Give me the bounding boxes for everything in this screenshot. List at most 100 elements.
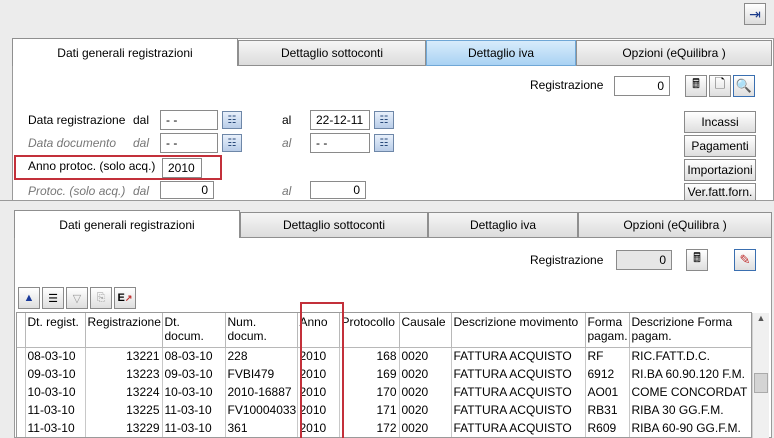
anno-protoc-field[interactable]: 2010 — [162, 158, 202, 178]
tab-dettaglio-sottoconti-bottom[interactable]: Dettaglio sottoconti — [240, 212, 428, 238]
tab-label: Opzioni (eQuilibra ) — [622, 46, 726, 60]
al-label: al — [282, 184, 292, 198]
registrazione-label: Registrazione — [530, 78, 604, 92]
anno-column-highlight — [300, 302, 344, 438]
copy-icon[interactable]: ⎘ — [90, 287, 112, 309]
calendar-icon[interactable]: ☷ — [374, 111, 394, 129]
importazioni-button[interactable]: Importazioni — [684, 159, 756, 181]
al-label: al — [282, 113, 292, 127]
new-document-icon[interactable]: 🗋 — [709, 75, 731, 97]
cell: 0020 — [399, 401, 452, 419]
tab-label: Dettaglio sottoconti — [282, 218, 386, 232]
protoc-al-field[interactable]: 0 — [310, 181, 366, 199]
cell: 171 — [339, 401, 400, 419]
row-indicator — [17, 383, 26, 401]
verifica-fatture-fornitori-button[interactable]: Ver.fatt.forn. — [684, 183, 756, 201]
tab-opzioni-bottom[interactable]: Opzioni (eQuilibra ) — [578, 212, 772, 238]
table-row[interactable]: 10-03-10 13224 10-03-10 2010-16887 2010 … — [17, 383, 751, 401]
eraser-icon[interactable]: ✎ — [734, 249, 756, 271]
incassi-button[interactable]: Incassi — [684, 111, 756, 133]
protoc-label: Protoc. (solo acq.) — [28, 184, 126, 198]
cell: 169 — [339, 365, 400, 383]
registrazione-field[interactable]: 0 — [614, 76, 670, 96]
data-registrazione-label: Data registrazione — [28, 113, 126, 127]
column-header[interactable]: Num. docum. — [225, 313, 298, 348]
column-header[interactable]: Registrazione — [85, 313, 163, 348]
pagamenti-button[interactable]: Pagamenti — [684, 135, 756, 157]
protoc-dal-field[interactable]: 0 — [160, 181, 214, 199]
cell: 13224 — [85, 383, 163, 401]
calendar-icon[interactable]: ☷ — [222, 134, 242, 152]
cell: RIBA 30 GG.F.M. — [629, 401, 751, 419]
cell: 11-03-10 — [162, 401, 226, 419]
row-indicator — [17, 365, 26, 383]
registrazione-field: 0 — [616, 250, 672, 270]
edit-list-icon[interactable]: ☰ — [42, 287, 64, 309]
column-header[interactable]: Dt. regist. — [25, 313, 86, 348]
data-documento-dal-field[interactable]: - - — [160, 133, 218, 153]
vertical-scrollbar[interactable]: ▲ — [752, 313, 769, 438]
tab-label: Dettaglio iva — [467, 46, 535, 60]
column-header[interactable]: Forma pagam. — [585, 313, 630, 348]
move-up-icon[interactable]: ▲ — [18, 287, 40, 309]
search-document-icon[interactable]: 🔍 — [733, 75, 755, 97]
cell: 09-03-10 — [162, 365, 226, 383]
tab-label: Dati generali registrazioni — [59, 217, 195, 232]
cell: FATTURA ACQUISTO — [451, 347, 586, 365]
column-header[interactable]: Dt. docum. — [162, 313, 226, 348]
tab-label: Dettaglio sottoconti — [280, 46, 384, 60]
cell: RB31 — [585, 401, 630, 419]
tab-opzioni-top[interactable]: Opzioni (eQuilibra ) — [576, 40, 772, 66]
column-header[interactable]: Protocollo — [339, 313, 400, 348]
tab-label: Dati generali registrazioni — [57, 45, 193, 60]
cell: 170 — [339, 383, 400, 401]
movements-table: Dt. regist. Registrazione Dt. docum. Num… — [17, 313, 751, 437]
cell: 172 — [339, 419, 400, 437]
cell: RF — [585, 347, 630, 365]
tab-dati-generali-bottom[interactable]: Dati generali registrazioni — [14, 210, 240, 238]
row-indicator — [17, 419, 26, 437]
calendar-icon[interactable]: ☷ — [374, 134, 394, 152]
cell: RI.BA 60.90.120 F.M. — [629, 365, 751, 383]
registrazione-label: Registrazione — [530, 253, 604, 267]
cell: R609 — [585, 419, 630, 437]
calculator-icon[interactable]: 🖩 — [686, 249, 708, 271]
tab-dati-generali-top[interactable]: Dati generali registrazioni — [12, 38, 238, 66]
cell: 10-03-10 — [25, 383, 86, 401]
scroll-up-icon[interactable]: ▲ — [753, 313, 769, 329]
cell: 13229 — [85, 419, 163, 437]
exit-door-icon[interactable]: ⇥ — [744, 3, 766, 25]
column-header[interactable]: Descrizione Forma pagam. — [629, 313, 751, 348]
table-row[interactable]: 11-03-10 13225 11-03-10 FV10004033 2010 … — [17, 401, 751, 419]
cell: FATTURA ACQUISTO — [451, 365, 586, 383]
export-excel-icon[interactable]: E ↗ — [114, 287, 136, 309]
data-registrazione-dal-field[interactable]: - - — [160, 110, 218, 130]
tab-label: Dettaglio iva — [469, 218, 537, 232]
table-row[interactable]: 11-03-10 13229 11-03-10 361 2010 172 002… — [17, 419, 751, 437]
cell: FATTURA ACQUISTO — [451, 419, 586, 437]
calendar-icon[interactable]: ☷ — [222, 111, 242, 129]
data-documento-al-field[interactable]: - - — [310, 133, 370, 153]
cell: 168 — [339, 347, 400, 365]
cell: 13225 — [85, 401, 163, 419]
tab-dettaglio-iva-top[interactable]: Dettaglio iva — [426, 40, 576, 66]
data-registrazione-al-field[interactable]: 22-12-11 — [310, 110, 370, 130]
cell: 0020 — [399, 383, 452, 401]
calculator-icon[interactable]: 🖩 — [685, 75, 707, 97]
cell: RIBA 60-90 GG.F.M. — [629, 419, 751, 437]
cell: 0020 — [399, 347, 452, 365]
scrollbar-thumb[interactable] — [754, 373, 768, 393]
table-row[interactable]: 09-03-10 13223 09-03-10 FVBI479 2010 169… — [17, 365, 751, 383]
cell: 2010-16887 — [225, 383, 298, 401]
tab-dettaglio-iva-bottom[interactable]: Dettaglio iva — [428, 212, 578, 238]
cell: 11-03-10 — [162, 419, 226, 437]
tab-dettaglio-sottoconti-top[interactable]: Dettaglio sottoconti — [238, 40, 426, 66]
filter-icon[interactable]: ▽ — [66, 287, 88, 309]
cell: COME CONCORDAT — [629, 383, 751, 401]
cell: FATTURA ACQUISTO — [451, 401, 586, 419]
table-row[interactable]: 08-03-10 13221 08-03-10 228 2010 168 002… — [17, 347, 751, 365]
column-header[interactable]: Causale — [399, 313, 452, 348]
column-header[interactable]: Descrizione movimento — [451, 313, 586, 348]
cell: 0020 — [399, 365, 452, 383]
cell: 361 — [225, 419, 298, 437]
